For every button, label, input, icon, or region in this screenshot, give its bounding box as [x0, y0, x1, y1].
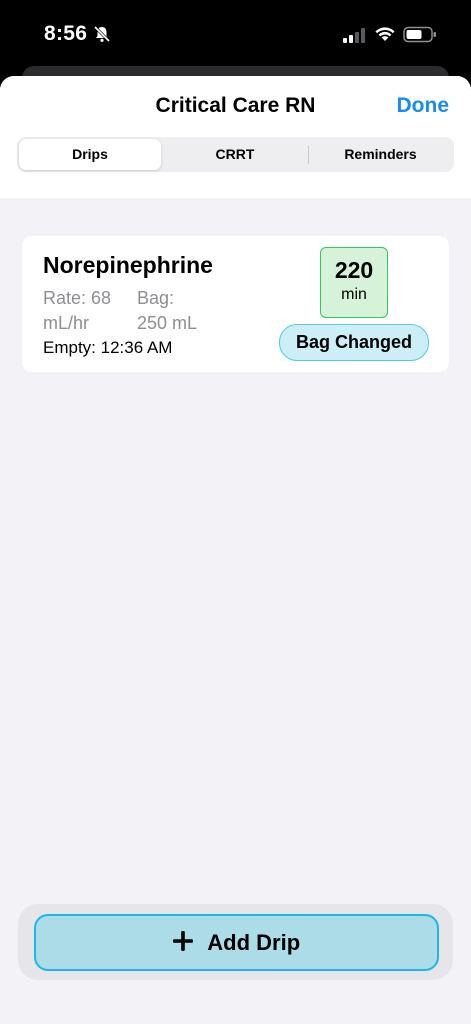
bell-off-icon [93, 25, 111, 43]
drip-card[interactable]: Norepinephrine Rate: 68 mL/hr Bag: 250 m… [22, 236, 449, 372]
drug-name: Norepinephrine [43, 252, 213, 278]
add-drip-button[interactable]: Add Drip [34, 914, 439, 971]
minutes-remaining-badge: 220 min [320, 247, 388, 318]
battery-icon [403, 26, 436, 43]
rate-unit: mL/hr [43, 313, 90, 333]
rate-info: Rate: 68 mL/hr [43, 286, 127, 336]
segmented-control: Drips CRRT Reminders [17, 137, 454, 172]
tab-crrt[interactable]: CRRT [163, 139, 307, 170]
add-drip-label: Add Drip [207, 930, 301, 955]
bag-label: Bag: [137, 288, 175, 308]
plus-icon [172, 930, 193, 951]
status-time: 8:56 [44, 22, 88, 45]
minutes-unit: min [341, 286, 367, 303]
minutes-value: 220 [334, 257, 374, 283]
signal-icon [343, 28, 365, 43]
navigation-bar: Critical Care RN Done Drips CRRT Reminde… [0, 76, 471, 198]
bag-changed-button[interactable]: Bag Changed [279, 324, 429, 361]
status-bar: 8:56 [0, 0, 471, 66]
bag-info: Bag: 250 mL [137, 286, 217, 336]
wifi-icon [375, 27, 395, 41]
done-button[interactable]: Done [397, 94, 450, 118]
tab-drips[interactable]: Drips [19, 139, 161, 170]
rate-value: Rate: 68 [43, 288, 112, 308]
empty-time: Empty: 12:36 AM [43, 338, 173, 357]
bottom-bar: Add Drip [18, 904, 453, 980]
tab-reminders[interactable]: Reminders [309, 139, 452, 170]
bag-volume: 250 mL [137, 313, 198, 333]
sheet: Critical Care RN Done Drips CRRT Reminde… [0, 76, 471, 1024]
